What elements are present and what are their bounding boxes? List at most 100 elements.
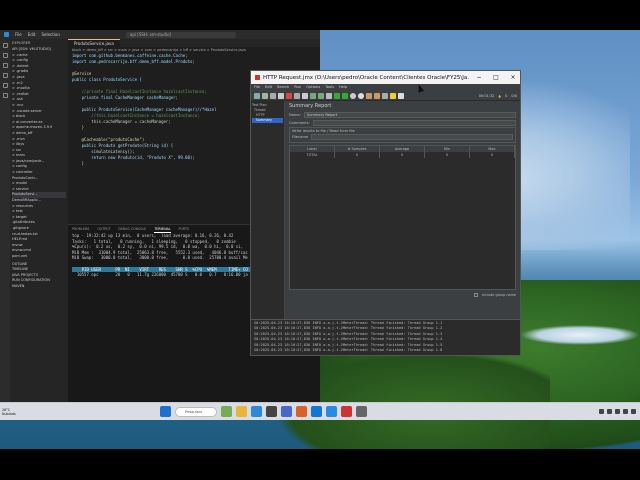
explorer-header: EXPLORER	[12, 41, 31, 45]
start-no-pause-icon[interactable]	[342, 92, 348, 99]
taskbar-search[interactable]: Pesquisar	[175, 406, 217, 417]
explorer-panel: EXPLORER API [SSH: VM-STUDIO] > .cache > .…	[10, 39, 68, 413]
jmeter-menu-item[interactable]: Run	[294, 84, 301, 91]
edge-icon[interactable]	[251, 406, 262, 417]
new-icon[interactable]	[254, 92, 260, 99]
jmeter-menubar: File Edit Search Run Options Tools Help	[251, 84, 520, 91]
expand-icon[interactable]	[310, 92, 316, 99]
maximize-button[interactable]: □	[489, 74, 503, 81]
collapse-icon[interactable]	[318, 92, 324, 99]
panel-heading: Summary Report	[289, 103, 332, 109]
copilot-icon[interactable]	[221, 406, 232, 417]
menu-file[interactable]: File	[15, 32, 22, 37]
command-center-search[interactable]: api [SSH: vm-studio]	[125, 31, 236, 38]
close-button[interactable]: ×	[506, 74, 520, 81]
jmeter-menu-item[interactable]: Tools	[325, 84, 334, 91]
panel-tab[interactable]: OUTPUT	[97, 225, 110, 233]
notification-icon[interactable]	[631, 409, 636, 414]
panel-tab[interactable]: PORTS	[179, 225, 189, 233]
vscode-taskbar-icon[interactable]	[326, 406, 337, 417]
include-group-label: Include group name	[482, 293, 516, 297]
system-tray	[599, 409, 640, 414]
editor-tabs: ProdutoService.java	[68, 39, 320, 47]
jmeter-menu-item[interactable]: Help	[339, 84, 347, 91]
settings-icon[interactable]	[356, 406, 367, 417]
screen: File Edit Selection api [SSH: vm-studio]…	[0, 0, 640, 480]
outlook-icon[interactable]	[311, 406, 322, 417]
menu-edit[interactable]: Edit	[28, 32, 36, 37]
explorer-tree-item[interactable]: pom.xml	[12, 254, 66, 260]
remote-explorer-icon[interactable]	[2, 93, 8, 98]
jmeter-test-tree: Test Plan Thread HTTP Summary	[251, 101, 285, 355]
file-explorer-icon[interactable]	[236, 406, 247, 417]
explorer-icon[interactable]	[2, 43, 8, 48]
taskbar-apps: Pesquisar	[160, 406, 367, 417]
table-cell: 0	[380, 152, 425, 158]
panel-tab[interactable]: DEBUG CONSOLE	[118, 225, 146, 233]
menu-selection[interactable]: Selection	[41, 32, 59, 37]
office-icon[interactable]	[296, 406, 307, 417]
wifi-icon[interactable]	[607, 409, 612, 414]
teams-icon[interactable]	[281, 406, 292, 417]
tab-produto-service[interactable]: ProdutoService.java	[68, 39, 120, 47]
jmeter-menu-item[interactable]: File	[254, 84, 260, 91]
weather-widget[interactable]: 26°C Nublado	[0, 408, 60, 416]
clear-all-icon[interactable]	[374, 92, 380, 99]
name-label: Name:	[289, 112, 301, 117]
jmeter-menu-item[interactable]: Options	[306, 84, 320, 91]
toggle-icon[interactable]	[326, 92, 332, 99]
summary-table: Label # Samples Average Min Max TOTAL 0 0 0 0	[289, 145, 516, 290]
jmeter-taskbar-icon[interactable]	[341, 406, 352, 417]
jmeter-toolbar: 00:01:32 ▲ 0 0/0	[251, 91, 520, 101]
chevron-up-icon[interactable]	[599, 409, 604, 414]
activity-bar	[0, 39, 10, 413]
jmeter-menu-item[interactable]: Edit	[265, 84, 272, 91]
panel-tab[interactable]: PROBLEMS	[72, 225, 89, 233]
shutdown-icon[interactable]	[358, 92, 364, 99]
vscode-logo-icon	[4, 32, 9, 37]
vscode-titlebar: File Edit Selection api [SSH: vm-studio]	[0, 30, 320, 39]
table-row[interactable]: TOTAL 0 0 0 0	[290, 152, 515, 158]
thread-count: 0/0	[511, 93, 517, 98]
clear-icon[interactable]	[366, 92, 372, 99]
search-icon[interactable]	[2, 53, 8, 58]
save-icon[interactable]	[278, 92, 284, 99]
filename-input[interactable]	[311, 133, 513, 140]
search-icon[interactable]	[382, 92, 388, 99]
log-viewer[interactable]: S0:2025-04-23 16:10:27,836 INFO o.a.j.t.…	[251, 319, 520, 355]
jmeter-titlebar: HTTP Request.jmx (D:\Users\pedro\Oracle …	[251, 71, 520, 84]
comments-input[interactable]	[312, 119, 516, 126]
explorer-section-header[interactable]: MAVEN	[12, 284, 66, 290]
paste-icon[interactable]	[302, 92, 308, 99]
table-cell: TOTAL	[290, 152, 335, 158]
source-control-icon[interactable]	[2, 63, 8, 68]
function-helper-icon[interactable]	[390, 92, 396, 99]
terminal-icon[interactable]	[266, 406, 277, 417]
volume-icon[interactable]	[615, 409, 620, 414]
templates-icon[interactable]	[262, 92, 268, 99]
battery-icon[interactable]	[623, 409, 628, 414]
copy-icon[interactable]	[294, 92, 300, 99]
table-cell: 0	[425, 152, 470, 158]
jmeter-menu-item[interactable]: Search	[277, 84, 289, 91]
warning-icon[interactable]: ▲	[498, 94, 501, 98]
stop-icon[interactable]	[350, 92, 356, 99]
cut-icon[interactable]	[286, 92, 292, 99]
name-input[interactable]: Summary Report	[303, 111, 516, 118]
tree-summary-report[interactable]: Summary	[252, 118, 283, 123]
start-icon[interactable]	[334, 92, 340, 99]
start-icon[interactable]	[160, 406, 171, 417]
help-icon[interactable]	[398, 92, 404, 99]
jmeter-title: HTTP Request.jmx (D:\Users\pedro\Oracle …	[263, 74, 469, 81]
warning-count: 0	[505, 93, 508, 98]
minimize-button[interactable]: −	[472, 74, 486, 81]
include-group-checkbox[interactable]	[474, 293, 479, 297]
run-debug-icon[interactable]	[2, 73, 8, 78]
log-line: S0:2025-04-23 16:10:27,836 INFO o.a.j.t.…	[254, 347, 443, 352]
table-cell: 0	[470, 152, 515, 158]
open-icon[interactable]	[270, 92, 276, 99]
elapsed-timer: 00:01:32	[478, 93, 495, 98]
panel-tab[interactable]: TERMINAL	[154, 225, 171, 233]
extensions-icon[interactable]	[2, 83, 8, 88]
jmeter-window: HTTP Request.jmx (D:\Users\pedro\Oracle …	[250, 70, 521, 356]
